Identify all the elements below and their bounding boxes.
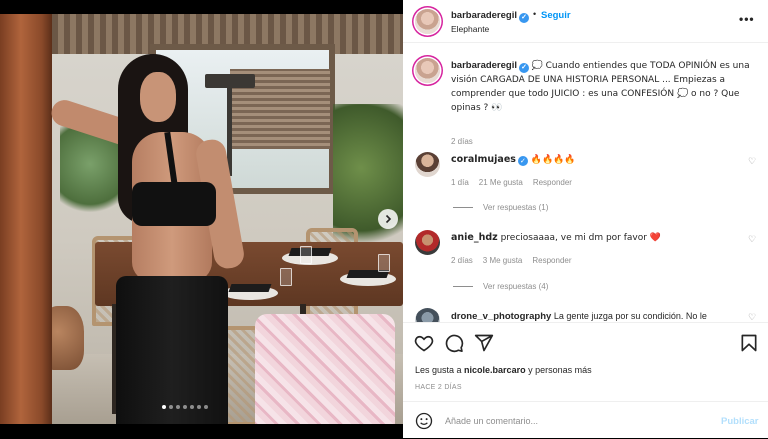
post-photo-area: [0, 0, 403, 438]
comment-body: 🔥🔥🔥🔥: [530, 155, 576, 165]
avatar[interactable]: [415, 58, 440, 83]
glass: [280, 268, 292, 286]
black-top: [132, 182, 216, 226]
publish-button[interactable]: Publicar: [721, 416, 759, 427]
heart-icon[interactable]: ♡: [748, 156, 756, 167]
napkin: [228, 284, 272, 292]
post-location[interactable]: Elephante: [451, 24, 489, 34]
comment-username[interactable]: anie_hdz: [451, 232, 498, 243]
comment-meta: 2 días 3 Me gusta Responder: [451, 256, 572, 265]
view-replies-label[interactable]: Ver respuestas (1): [483, 203, 548, 212]
carousel-dot: [169, 405, 173, 409]
comment-username[interactable]: coralmujaes ✓: [451, 154, 528, 166]
post-date: HACE 2 DÍAS: [415, 384, 462, 391]
comments-feed[interactable]: barbaraderegil ✓ 💭 Cuando entiendes que T…: [403, 44, 768, 322]
comment-body: La gente juzga por su condición. No le: [553, 311, 707, 321]
carousel-dot: [183, 405, 187, 409]
caption-timestamp: 2 días: [451, 137, 473, 146]
post-side-panel: barbaraderegil ✓ • Seguir Elephante ••• b…: [403, 0, 768, 438]
carousel-dot: [162, 405, 166, 409]
comment-timestamp: 1 día: [451, 178, 469, 187]
author-username[interactable]: barbaraderegil ✓: [451, 10, 529, 23]
glass: [300, 246, 312, 264]
more-options-icon[interactable]: •••: [739, 12, 755, 26]
comment-username-text[interactable]: coralmujaes: [451, 154, 516, 165]
verified-badge-icon: ✓: [519, 63, 529, 73]
caption-username-text[interactable]: barbaraderegil: [451, 60, 517, 71]
comment-text: anie_hdz preciosaaaa, ve mi dm por favor…: [451, 232, 741, 244]
emoji-icon[interactable]: [415, 412, 433, 430]
replies-line: [453, 286, 473, 287]
comment-text: drone_v_photography La gente juzga por s…: [451, 310, 741, 322]
heart-icon[interactable]: ♡: [748, 234, 756, 245]
separator-dot: •: [533, 9, 537, 19]
heart-icon[interactable]: [414, 333, 434, 353]
avatar[interactable]: [415, 230, 440, 255]
reply-button[interactable]: Responder: [533, 178, 572, 187]
likes-summary[interactable]: Les gusta a nicole.barcaro y personas má…: [415, 365, 592, 375]
chevron-right-icon[interactable]: [378, 209, 398, 229]
caption-text: barbaraderegil ✓ 💭 Cuando entiendes que T…: [451, 59, 761, 115]
verified-badge-icon: ✓: [517, 156, 528, 166]
comment-icon[interactable]: [444, 333, 464, 353]
post-header: barbaraderegil ✓ • Seguir Elephante •••: [403, 0, 768, 43]
likes-user[interactable]: nicole.barcaro: [464, 365, 526, 375]
view-replies-button[interactable]: Ver respuestas (1): [453, 203, 548, 212]
author-username-text[interactable]: barbaraderegil: [451, 10, 517, 21]
carousel-dot: [197, 405, 201, 409]
view-replies-button[interactable]: Ver respuestas (4): [453, 282, 548, 291]
avatar[interactable]: [415, 308, 440, 322]
avatar[interactable]: [415, 9, 440, 34]
replies-line: [453, 207, 473, 208]
instagram-post-modal: barbaraderegil ✓ • Seguir Elephante ••• b…: [0, 0, 768, 438]
caption-username[interactable]: barbaraderegil ✓: [451, 60, 529, 73]
person-face: [140, 72, 176, 122]
follow-button[interactable]: Seguir: [541, 10, 571, 21]
comment-likes[interactable]: 21 Me gusta: [479, 178, 523, 187]
comment-username[interactable]: drone_v_photography: [451, 311, 551, 322]
comment-likes[interactable]: 3 Me gusta: [483, 256, 523, 265]
avatar[interactable]: [415, 152, 440, 177]
likes-prefix: Les gusta a: [415, 365, 465, 375]
heart-icon[interactable]: ♡: [748, 312, 756, 322]
wood-pillar: [0, 14, 52, 424]
glass: [378, 254, 390, 272]
comment-timestamp: 2 días: [451, 256, 473, 265]
carousel-dot: [176, 405, 180, 409]
pink-pillow: [255, 314, 395, 424]
add-comment-bar: Publicar: [403, 401, 768, 439]
comment-body: preciosaaaa, ve mi dm por favor ❤️: [500, 233, 662, 243]
comment-input[interactable]: [445, 411, 705, 431]
carousel-indicator: [162, 405, 208, 409]
comment-text: coralmujaes ✓ 🔥🔥🔥🔥: [451, 154, 741, 166]
likes-suffix[interactable]: y personas más: [526, 365, 592, 375]
comment-meta: 1 día 21 Me gusta Responder: [451, 178, 572, 187]
view-replies-label[interactable]: Ver respuestas (4): [483, 282, 548, 291]
verified-badge-icon: ✓: [519, 13, 529, 23]
reply-button[interactable]: Responder: [532, 256, 571, 265]
carousel-dot: [190, 405, 194, 409]
post-image[interactable]: [0, 14, 403, 424]
share-icon[interactable]: [474, 333, 494, 353]
post-actions: Les gusta a nicole.barcaro y personas má…: [403, 322, 768, 438]
black-pants: [116, 276, 228, 424]
bookmark-icon[interactable]: [739, 333, 759, 353]
carousel-dot: [204, 405, 208, 409]
